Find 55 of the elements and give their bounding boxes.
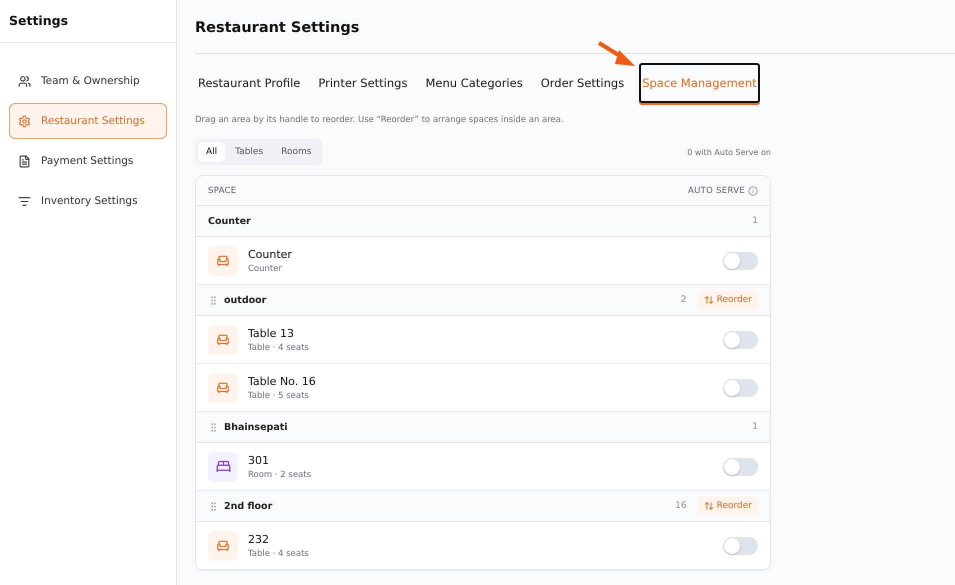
space-name: Table 13	[248, 326, 295, 340]
tab[interactable]: Restaurant Profile	[195, 63, 304, 103]
info-icon	[748, 186, 758, 196]
people-icon	[18, 74, 31, 88]
auto-serve-toggle[interactable]	[723, 458, 758, 476]
space-name: 232	[248, 532, 270, 546]
space-name: Table No. 16	[248, 374, 317, 388]
column-header: SPACE	[208, 186, 236, 196]
drag-handle-icon[interactable]	[208, 500, 219, 512]
sidebar-item[interactable]: Payment Settings	[9, 143, 167, 179]
drag-handle-icon[interactable]	[208, 422, 219, 432]
filter-tab[interactable]: Tables	[227, 142, 272, 162]
group-name: 2nd floor	[224, 500, 274, 512]
drag-handle-icon[interactable]	[208, 294, 219, 306]
table-chairs-icon	[216, 332, 230, 346]
auto-serve-toggle[interactable]	[723, 378, 758, 396]
filter-tab[interactable]: All	[198, 142, 226, 162]
group-name: Counter	[208, 216, 252, 226]
space-detail: Counter	[248, 264, 283, 274]
tab[interactable]: Order Settings	[538, 63, 628, 103]
bed-icon	[216, 459, 230, 474]
space-count: 16	[675, 501, 687, 511]
hint-text: Drag an area by its handle to reorder. Use “Reorder” to arrange spaces inside an area.	[195, 115, 565, 125]
pointer-arrow-icon	[597, 40, 637, 68]
sort-icon	[704, 501, 714, 511]
space-detail: Room · 2 seats	[248, 470, 312, 480]
sidebar-item[interactable]: Inventory Settings	[9, 183, 167, 219]
sidebar-title: Settings	[0, 0, 176, 43]
sidebar-item[interactable]: Team & Ownership	[9, 63, 167, 99]
space-name: Counter	[248, 248, 293, 260]
table-chairs-icon	[216, 254, 230, 268]
filter-tab[interactable]: Rooms	[273, 142, 320, 162]
space-name: 301	[248, 454, 270, 466]
tab[interactable]: Printer Settings	[315, 63, 410, 103]
space-detail: Table · 4 seats	[248, 342, 310, 352]
list-icon	[18, 194, 31, 208]
column-header: AUTO SERVE	[688, 186, 745, 196]
auto-serve-toggle[interactable]	[723, 536, 758, 554]
settings-icon	[18, 114, 31, 128]
auto-serve-toggle[interactable]	[723, 252, 758, 270]
space-count: 1	[752, 216, 758, 226]
space-count: 1	[752, 422, 758, 432]
space-detail: Table · 4 seats	[248, 548, 310, 558]
document-icon	[18, 154, 31, 168]
auto-serve-toggle[interactable]	[723, 330, 758, 348]
group-name: Bhainsepati	[224, 422, 289, 432]
space-count: 2	[680, 295, 687, 305]
auto-serve-count: 0 with Auto Serve on	[687, 148, 771, 156]
table-chairs-icon	[216, 538, 230, 552]
group-name: outdoor	[224, 294, 268, 306]
page-title: Restaurant Settings	[195, 0, 955, 54]
tab[interactable]: Menu Categories	[422, 63, 526, 103]
sort-icon	[704, 295, 714, 305]
space-detail: Table · 5 seats	[248, 390, 310, 400]
table-chairs-icon	[216, 380, 230, 394]
